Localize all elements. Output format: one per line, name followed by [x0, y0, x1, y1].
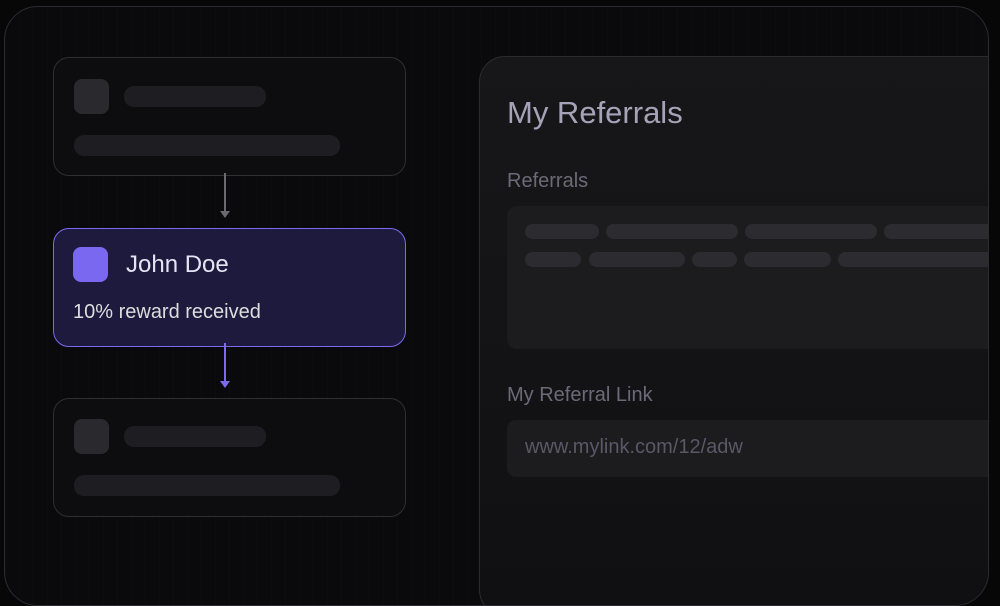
referral-card-placeholder-bottom — [53, 398, 406, 517]
referral-placeholder — [838, 252, 988, 267]
name-placeholder — [124, 426, 266, 447]
referral-placeholder — [525, 252, 581, 267]
referral-placeholder — [744, 252, 831, 267]
referral-link-value: www.mylink.com/12/adw — [525, 436, 743, 458]
referral-placeholder — [606, 224, 738, 239]
referral-placeholder — [589, 252, 685, 267]
referral-link-field[interactable]: www.mylink.com/12/adw — [507, 420, 988, 477]
status-placeholder — [74, 135, 340, 156]
referral-placeholder — [525, 224, 599, 239]
avatar — [73, 247, 108, 282]
app-frame: John Doe 10% reward received My Referral… — [4, 6, 989, 606]
referrer-name: John Doe — [126, 251, 229, 278]
connector-line-top — [224, 173, 226, 211]
referral-card-placeholder-top — [53, 57, 406, 176]
referrals-panel: My Referrals Referrals My Referral Link … — [479, 56, 988, 605]
referral-placeholder — [884, 224, 988, 239]
status-placeholder — [74, 475, 340, 496]
panel-title: My Referrals — [507, 95, 683, 130]
referrals-label: Referrals — [507, 170, 589, 192]
referral-link-label: My Referral Link — [507, 384, 653, 406]
arrow-down-icon — [220, 211, 230, 218]
referral-card-active[interactable]: John Doe 10% reward received — [53, 228, 406, 347]
referral-placeholder — [692, 252, 737, 267]
avatar-placeholder — [74, 419, 109, 454]
connector-line-bottom — [224, 343, 226, 381]
referral-placeholder — [745, 224, 877, 239]
arrow-down-icon — [220, 381, 230, 388]
avatar-placeholder — [74, 79, 109, 114]
referrals-list — [507, 206, 988, 349]
name-placeholder — [124, 86, 266, 107]
reward-status: 10% reward received — [73, 301, 261, 323]
